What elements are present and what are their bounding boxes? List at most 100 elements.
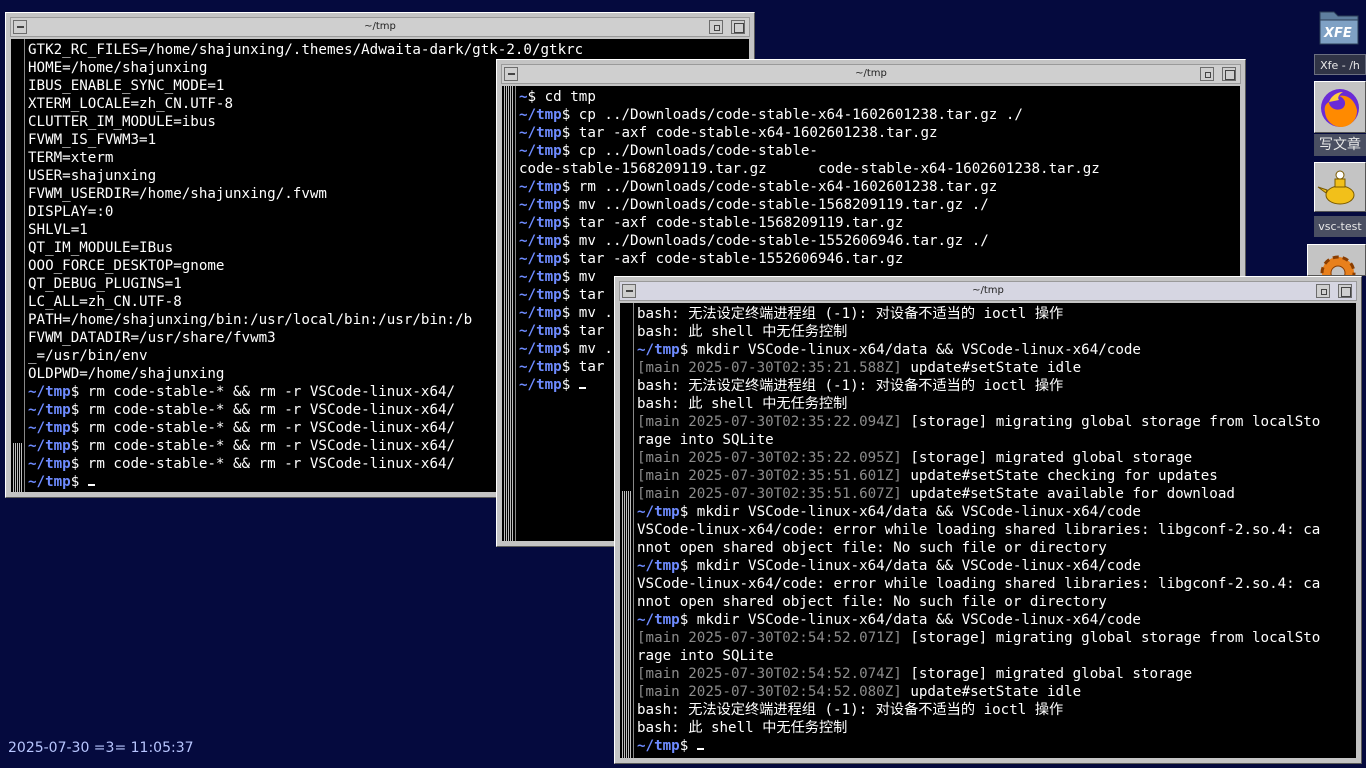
title-bar[interactable]: ~/tmp — [10, 17, 750, 37]
line-text: $ mv — [561, 269, 605, 285]
firefox-icon — [1321, 89, 1359, 128]
window-title: ~/tmp — [855, 68, 887, 79]
maximize-button[interactable] — [1338, 284, 1352, 298]
terminal-line: ~$ cd tmp — [519, 88, 1240, 106]
line-text: nnot open shared object file: No such fi… — [637, 594, 1107, 610]
prompt-path: ~/tmp — [519, 233, 562, 249]
line-text: [storage] migrated global storage — [901, 450, 1193, 466]
terminal-line: [main 2025-07-30T02:54:52.080Z] update#s… — [637, 683, 1356, 701]
vsc-test-launcher[interactable] — [1314, 162, 1366, 212]
line-text: $ mkdir VSCode-linux-x64/data && VSCode-… — [679, 342, 1141, 358]
scrollbar-thumb[interactable] — [13, 443, 22, 492]
line-text: $ mv ../Downloads/code-stable-1568209119… — [561, 197, 989, 213]
line-text: rage into SQLite — [637, 648, 774, 664]
prompt-path: ~/tmp — [519, 143, 562, 159]
line-text: [storage] migrating global storage from … — [901, 630, 1321, 646]
text-cursor — [578, 387, 586, 389]
terminal-line: bash: 无法设定终端进程组 (-1): 对设备不适当的 ioctl 操作 — [637, 305, 1356, 323]
line-text: SHLVL=1 — [28, 222, 88, 238]
prompt-path: ~ — [519, 89, 528, 105]
terminal-line: [main 2025-07-30T02:35:51.607Z] update#s… — [637, 485, 1356, 503]
terminal-line: [main 2025-07-30T02:35:21.588Z] update#s… — [637, 359, 1356, 377]
log-prefix: [main 2025-07-30T02:54:52.074Z] — [637, 666, 902, 682]
log-prefix: [main 2025-07-30T02:54:52.071Z] — [637, 630, 902, 646]
xfe-launcher[interactable]: XFE — [1314, 4, 1364, 50]
line-text: [storage] migrating global storage from … — [901, 414, 1321, 430]
iconify-button[interactable] — [1316, 284, 1330, 298]
prompt-path: ~/tmp — [28, 402, 71, 418]
prompt-path: ~/tmp — [519, 269, 562, 285]
terminal-window-right[interactable]: ~/tmp bash: 无法设定终端进程组 (-1): 对设备不适当的 ioct… — [614, 276, 1362, 764]
terminal-output[interactable]: bash: 无法设定终端进程组 (-1): 对设备不适当的 ioctl 操作 ba… — [620, 303, 1356, 758]
terminal-line: ~/tmp$ mkdir VSCode-linux-x64/data && VS… — [637, 557, 1356, 575]
log-prefix: [main 2025-07-30T02:35:22.094Z] — [637, 414, 902, 430]
line-text: VSCode-linux-x64/code: error while loadi… — [637, 522, 1321, 538]
scrollbar[interactable] — [11, 39, 25, 492]
firefox-launcher[interactable] — [1314, 81, 1366, 133]
prompt-path: ~/tmp — [519, 215, 562, 231]
terminal-line: VSCode-linux-x64/code: error while loadi… — [637, 575, 1356, 593]
terminal-line: VSCode-linux-x64/code: error while loadi… — [637, 521, 1356, 539]
terminal-line: nnot open shared object file: No such fi… — [637, 593, 1356, 611]
line-text: USER=shajunxing — [28, 168, 157, 184]
prompt-path: ~/tmp — [28, 420, 71, 436]
line-text: QT_IM_MODULE=IBus — [28, 240, 174, 256]
iconify-button[interactable] — [1200, 67, 1214, 81]
prompt-path: ~/tmp — [637, 738, 680, 754]
line-text: $ mv . — [561, 305, 613, 321]
title-bar[interactable]: ~/tmp — [619, 281, 1357, 301]
title-bar[interactable]: ~/tmp — [501, 64, 1241, 84]
terminal-line: ~/tmp$ cp ../Downloads/code-stable-x64-1… — [519, 106, 1240, 124]
line-text: CLUTTER_IM_MODULE=ibus — [28, 114, 216, 130]
line-text: $ rm ../Downloads/code-stable-x64-160260… — [561, 179, 998, 195]
maximize-button[interactable] — [1222, 67, 1236, 81]
prompt-path: ~/tmp — [519, 197, 562, 213]
terminal-line: [main 2025-07-30T02:54:52.074Z] [storage… — [637, 665, 1356, 683]
log-prefix: [main 2025-07-30T02:35:51.601Z] — [637, 468, 902, 484]
prompt-path: ~/tmp — [519, 341, 562, 357]
terminal-line: ~/tmp$ tar -axf code-stable-x64-16026012… — [519, 124, 1240, 142]
line-text: $ rm code-stable-* && rm -r VSCode-linux… — [70, 402, 456, 418]
text-cursor — [696, 748, 704, 750]
scrollbar-thumb[interactable] — [504, 86, 513, 541]
scrollbar[interactable] — [502, 86, 516, 541]
line-text: [storage] migrated global storage — [901, 666, 1193, 682]
prompt-path: ~/tmp — [28, 384, 71, 400]
scrollbar[interactable] — [620, 303, 634, 758]
xfe-caption[interactable]: Xfe - /h — [1314, 54, 1366, 75]
terminal-line: [main 2025-07-30T02:35:51.601Z] update#s… — [637, 467, 1356, 485]
line-text: QT_DEBUG_PLUGINS=1 — [28, 276, 182, 292]
line-text: DISPLAY=:0 — [28, 204, 114, 220]
line-text: FVWM_DATADIR=/usr/share/fvwm3 — [28, 330, 276, 346]
scrollbar-thumb[interactable] — [622, 491, 631, 758]
terminal-line: nnot open shared object file: No such fi… — [637, 539, 1356, 557]
terminal-line: ~/tmp$ mkdir VSCode-linux-x64/data && VS… — [637, 503, 1356, 521]
terminal-line: bash: 此 shell 中无任务控制 — [637, 323, 1356, 341]
terminal-line: rage into SQLite — [637, 647, 1356, 665]
line-text: $ rm code-stable-* && rm -r VSCode-linux… — [70, 456, 456, 472]
log-prefix: [main 2025-07-30T02:35:22.095Z] — [637, 450, 902, 466]
line-text: $ cp ../Downloads/code-stable-x64-160260… — [561, 107, 1023, 123]
line-text: $ — [679, 738, 697, 754]
line-text: code-stable-1568209119.tar.gz code-stabl… — [519, 161, 1100, 177]
line-text: $ tar — [561, 323, 605, 339]
firefox-caption[interactable]: 写文章 — [1314, 134, 1366, 156]
line-text: bash: 无法设定终端进程组 (-1): 对设备不适当的 ioctl 操作 — [637, 378, 1064, 394]
line-text: update#setState idle — [901, 360, 1082, 376]
terminal-line: bash: 无法设定终端进程组 (-1): 对设备不适当的 ioctl 操作 — [637, 701, 1356, 719]
line-text: TERM=xterm — [28, 150, 114, 166]
line-text: _=/usr/bin/env — [28, 348, 148, 364]
maximize-button[interactable] — [731, 20, 745, 34]
line-text: update#setState idle — [901, 684, 1082, 700]
line-text: $ tar -axf code-stable-1568209119.tar.gz — [561, 215, 904, 231]
vsc-test-caption[interactable]: vsc-test — [1314, 216, 1366, 237]
gear-icon — [1320, 255, 1356, 275]
line-text: IBUS_ENABLE_SYNC_MODE=1 — [28, 78, 225, 94]
settings-launcher[interactable] — [1307, 244, 1366, 276]
prompt-path: ~/tmp — [519, 125, 562, 141]
terminal-line: [main 2025-07-30T02:35:22.094Z] [storage… — [637, 413, 1356, 431]
prompt-path: ~/tmp — [519, 359, 562, 375]
desktop-clock: 2025-07-30 =3= 11:05:37 — [8, 740, 194, 756]
terminal-line: ~/tmp$ rm ../Downloads/code-stable-x64-1… — [519, 178, 1240, 196]
iconify-button[interactable] — [709, 20, 723, 34]
